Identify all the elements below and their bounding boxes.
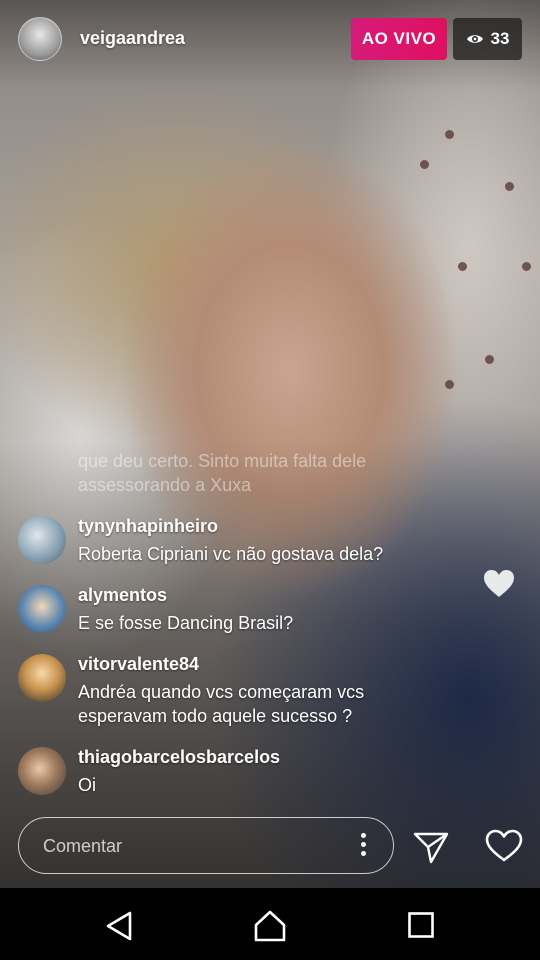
- pillow-dot: [505, 182, 514, 191]
- comment-text: Oi: [78, 775, 96, 795]
- pillow-dot: [420, 160, 429, 169]
- commenter-avatar[interactable]: [18, 585, 66, 633]
- home-icon[interactable]: [253, 909, 287, 943]
- pillow-dot: [445, 130, 454, 139]
- commenter-avatar[interactable]: [18, 516, 66, 564]
- back-triangle-icon[interactable]: [104, 910, 136, 942]
- pillow-dot: [522, 262, 531, 271]
- broadcaster-avatar[interactable]: [18, 17, 62, 61]
- floating-heart-icon: [484, 570, 514, 597]
- pillow-dot: [458, 262, 467, 271]
- comment-text: Andréa quando vcs começaram vcs esperava…: [78, 682, 365, 726]
- commenter-avatar[interactable]: [18, 654, 66, 702]
- recent-apps-icon[interactable]: [408, 912, 434, 938]
- comment-username[interactable]: thiagobarcelosbarcelos: [78, 747, 280, 768]
- broadcaster-username[interactable]: veigaandrea: [80, 28, 185, 49]
- android-nav-bar: [0, 888, 540, 960]
- commenter-avatar[interactable]: [18, 747, 66, 795]
- comment-input[interactable]: Comentar: [18, 817, 394, 874]
- viewer-count: 33: [490, 29, 510, 48]
- comment-username[interactable]: vitorvalente84: [78, 654, 199, 675]
- live-header: veigaandrea AO VIVO 33: [0, 0, 540, 80]
- pillow-dot: [485, 355, 494, 364]
- comment-username[interactable]: tynynhapinheiro: [78, 516, 218, 537]
- comment-text: Roberta Cipriani vc não gostava dela?: [78, 544, 384, 564]
- pillow-dot: [445, 380, 454, 389]
- comment-text: E se fosse Dancing Brasil?: [78, 613, 294, 633]
- comment-username[interactable]: alymentos: [78, 585, 167, 606]
- send-icon[interactable]: [413, 829, 449, 865]
- eye-icon: [466, 35, 483, 43]
- live-badge: AO VIVO: [351, 18, 447, 60]
- more-vertical-icon[interactable]: [361, 833, 367, 859]
- viewer-count-badge[interactable]: 33: [453, 18, 522, 60]
- comment-placeholder: Comentar: [43, 836, 123, 856]
- heart-icon[interactable]: [485, 829, 523, 863]
- fading-comment: que deu certo. Sinto muita falta dele as…: [78, 451, 367, 495]
